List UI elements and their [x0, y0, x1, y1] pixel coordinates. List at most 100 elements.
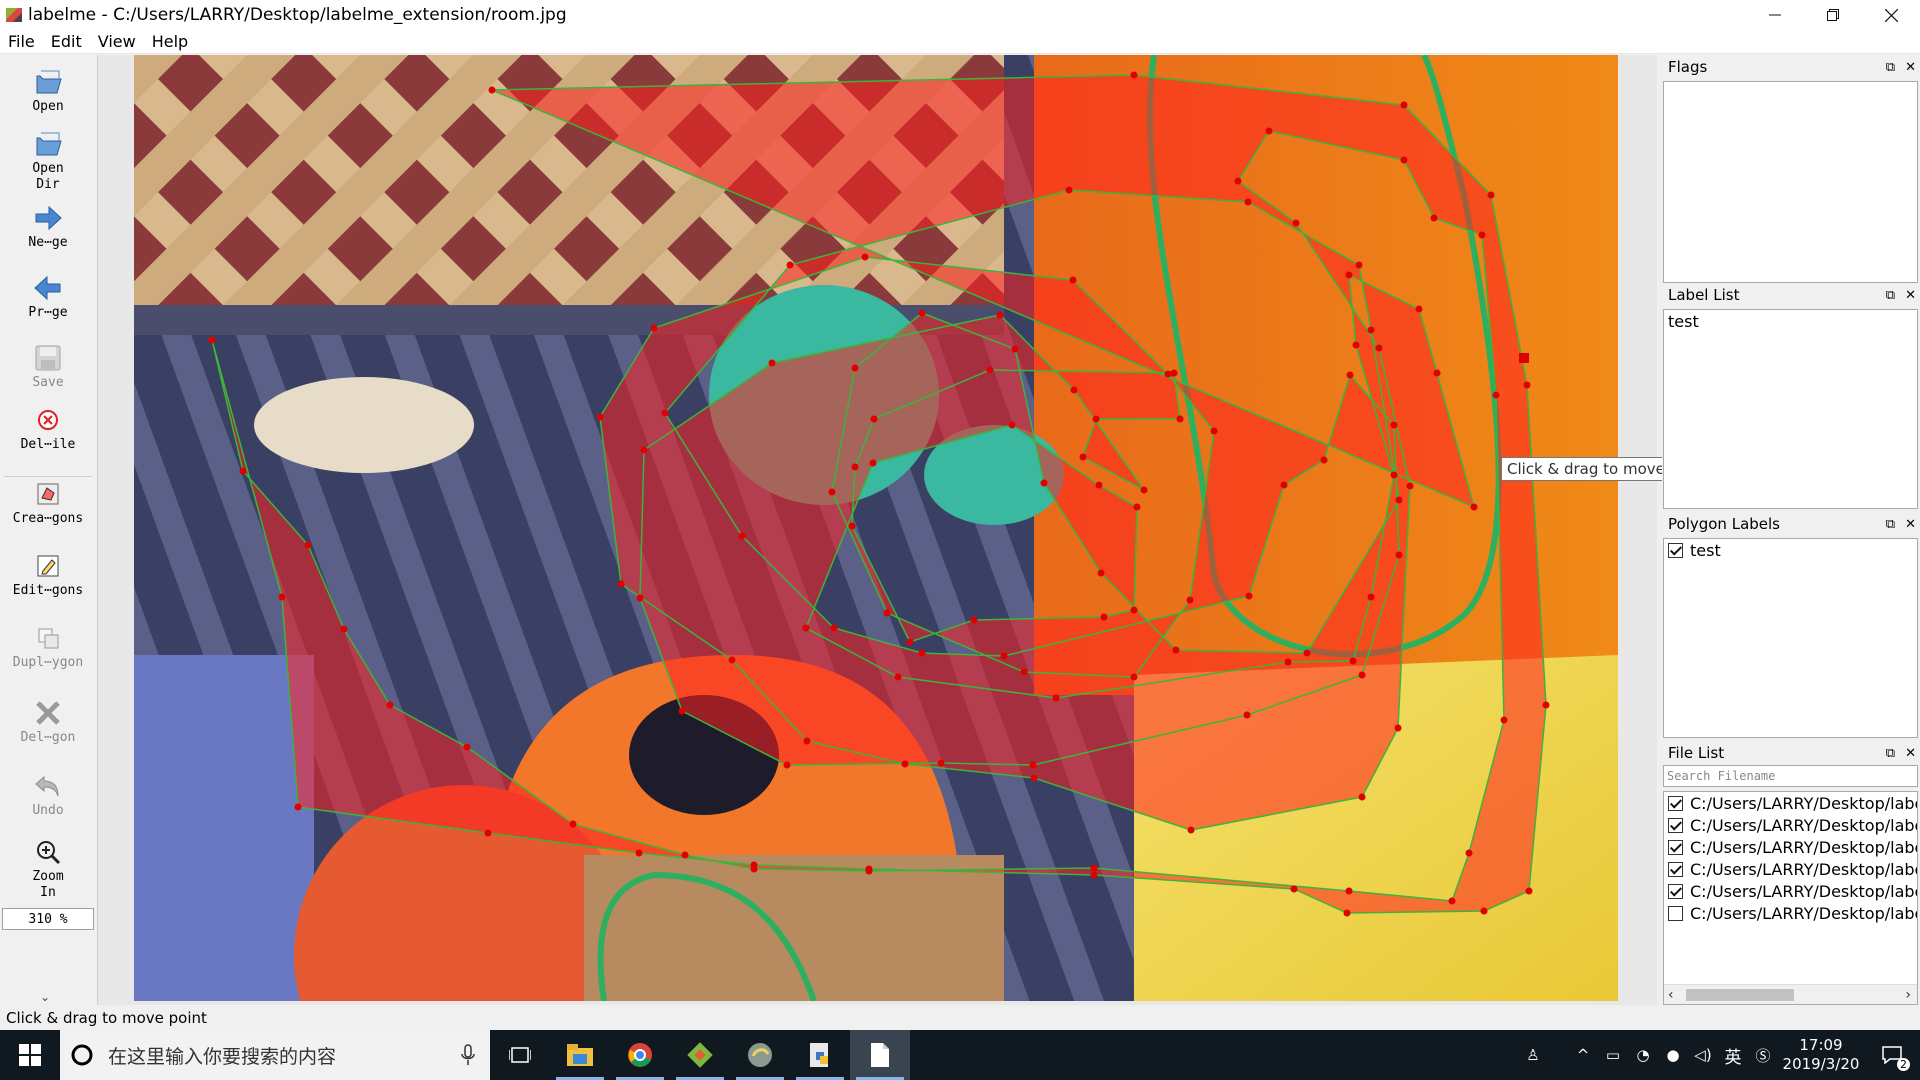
polygon-vertex[interactable]	[937, 759, 945, 767]
polygon-vertex[interactable]	[640, 446, 648, 454]
polygon-vertex[interactable]	[1265, 127, 1273, 135]
polygon-vertex[interactable]	[1090, 871, 1098, 879]
polygon-vertex[interactable]	[783, 761, 791, 769]
polygon-vertex[interactable]	[1500, 716, 1508, 724]
polygon-vertex[interactable]	[870, 415, 878, 423]
polygon-vertex[interactable]	[861, 253, 869, 261]
polygon-vertex[interactable]	[1070, 386, 1078, 394]
polygon-vertex[interactable]	[1097, 569, 1105, 577]
file-checkbox[interactable]	[1668, 839, 1683, 855]
minimize-button[interactable]	[1746, 0, 1804, 30]
polygon-vertex[interactable]	[1430, 214, 1438, 222]
polygon-vertex[interactable]	[1079, 453, 1087, 461]
polygon-vertex[interactable]	[1303, 649, 1311, 657]
polygon-vertex[interactable]	[768, 359, 776, 367]
git-button[interactable]	[670, 1030, 730, 1080]
ime-indicator[interactable]: 英	[1718, 1030, 1748, 1080]
delete-file-button[interactable]: Del⋯ile	[0, 403, 96, 453]
polygon-vertex[interactable]	[1210, 427, 1218, 435]
polygon-vertex[interactable]	[802, 624, 810, 632]
polygon-vertex[interactable]	[869, 459, 877, 467]
polygon-vertex[interactable]	[1448, 897, 1456, 905]
file-checkbox[interactable]	[1668, 817, 1683, 833]
polygon-vertex[interactable]	[1349, 657, 1357, 665]
taskbar-clock[interactable]: 17:09 2019/3/20	[1778, 1036, 1864, 1074]
file-checkbox[interactable]	[1668, 883, 1683, 899]
polygon-vertex[interactable]	[803, 737, 811, 745]
polygon-vertex[interactable]	[1008, 421, 1016, 429]
polygon-vertex[interactable]	[1176, 415, 1184, 423]
polygon-vertex[interactable]	[1320, 456, 1328, 464]
polygon-label-item[interactable]: test	[1664, 539, 1917, 561]
prev-image-button[interactable]: Pr⋯ge	[0, 271, 96, 321]
polygon-vertex[interactable]	[1186, 596, 1194, 604]
polygon-vertex[interactable]	[1433, 369, 1441, 377]
polygon-vertex[interactable]	[1187, 826, 1195, 834]
polygon-vertex[interactable]	[786, 261, 794, 269]
polygon-vertex[interactable]	[661, 409, 669, 417]
polygon-vertex[interactable]	[681, 851, 689, 859]
polygon-vertex[interactable]	[1375, 344, 1383, 352]
polygon-vertex[interactable]	[678, 707, 686, 715]
zoom-in-button[interactable]: Zoom In	[0, 835, 96, 901]
menu-edit[interactable]: Edit	[43, 32, 90, 51]
polygon-vertex[interactable]	[278, 593, 286, 601]
polygon-vertex[interactable]	[1355, 261, 1363, 269]
python-file-button[interactable]	[790, 1030, 850, 1080]
float-dock-icon[interactable]: ⧉	[1886, 60, 1895, 75]
file-list-horizontal-scrollbar[interactable]: ‹ ›	[1664, 984, 1917, 1004]
polygon-vertex[interactable]	[1290, 885, 1298, 893]
polygon-vertex[interactable]	[488, 86, 496, 94]
polygon-vertex[interactable]	[1480, 907, 1488, 915]
polygon-vertex[interactable]	[1170, 369, 1178, 377]
polygon-vertex[interactable]	[1100, 613, 1108, 621]
polygon-vertex[interactable]	[848, 522, 856, 530]
polygon-vertex[interactable]	[1040, 479, 1048, 487]
polygon-vertex[interactable]	[1345, 271, 1353, 279]
file-list[interactable]: C:/Users/LARRY/Desktop/labelm C:/Users/L…	[1663, 791, 1918, 1005]
polygon-vertex[interactable]	[1470, 503, 1478, 511]
polygon-vertex[interactable]	[901, 760, 909, 768]
menu-file[interactable]: File	[0, 32, 43, 51]
polygon-vertex[interactable]	[484, 829, 492, 837]
file-list-item[interactable]: C:/Users/LARRY/Desktop/labelm	[1664, 836, 1917, 858]
polygon-visible-checkbox[interactable]	[1668, 542, 1683, 558]
file-checkbox[interactable]	[1668, 905, 1683, 921]
file-list-item[interactable]: C:/Users/LARRY/Desktop/labelm	[1664, 902, 1917, 924]
polygon-vertex[interactable]	[463, 743, 471, 751]
polygon-vertex[interactable]	[1243, 711, 1251, 719]
polygon-vertex[interactable]	[1052, 694, 1060, 702]
next-image-button[interactable]: Ne⋯ge	[0, 201, 96, 251]
polygon-vertex[interactable]	[728, 656, 736, 664]
polygon-vertex[interactable]	[830, 624, 838, 632]
polygon-vertex[interactable]	[851, 463, 859, 471]
polygon-vertex[interactable]	[1030, 774, 1038, 782]
input-method-icon[interactable]: Ⓢ	[1748, 1030, 1778, 1080]
file-search-input[interactable]: Search Filename	[1663, 765, 1918, 787]
scrollbar-thumb[interactable]	[1686, 989, 1794, 1001]
python-button[interactable]	[730, 1030, 790, 1080]
polygon-vertex[interactable]	[1390, 421, 1398, 429]
polygon-vertex[interactable]	[1284, 658, 1292, 666]
menu-help[interactable]: Help	[144, 32, 196, 51]
polygon-vertex[interactable]	[986, 366, 994, 374]
polygon-vertex[interactable]	[1358, 793, 1366, 801]
polygon-vertex[interactable]	[1069, 276, 1077, 284]
polygon-vertex[interactable]	[1487, 191, 1495, 199]
polygon-vertex[interactable]	[1130, 71, 1138, 79]
microphone-icon[interactable]	[460, 1044, 476, 1066]
selected-vertex-handle[interactable]	[1519, 353, 1529, 363]
polygon-vertex[interactable]	[918, 309, 926, 317]
polygon-vertex[interactable]	[340, 625, 348, 633]
document-button[interactable]	[850, 1030, 910, 1080]
polygon-vertex[interactable]	[1011, 345, 1019, 353]
polygon-vertex[interactable]	[1090, 864, 1098, 872]
polygon-vertex[interactable]	[1367, 593, 1375, 601]
open-button[interactable]: Open	[0, 65, 96, 115]
polygon-vertex[interactable]	[1092, 415, 1100, 423]
volume-icon[interactable]: ◁)	[1688, 1030, 1718, 1080]
zoom-level-spinbox[interactable]: 310 %	[2, 908, 94, 930]
file-list-item[interactable]: C:/Users/LARRY/Desktop/labelm	[1664, 814, 1917, 836]
open-dir-button[interactable]: Open Dir	[0, 127, 96, 193]
taskbar-search[interactable]: 在这里输入你要搜索的内容	[60, 1030, 490, 1080]
